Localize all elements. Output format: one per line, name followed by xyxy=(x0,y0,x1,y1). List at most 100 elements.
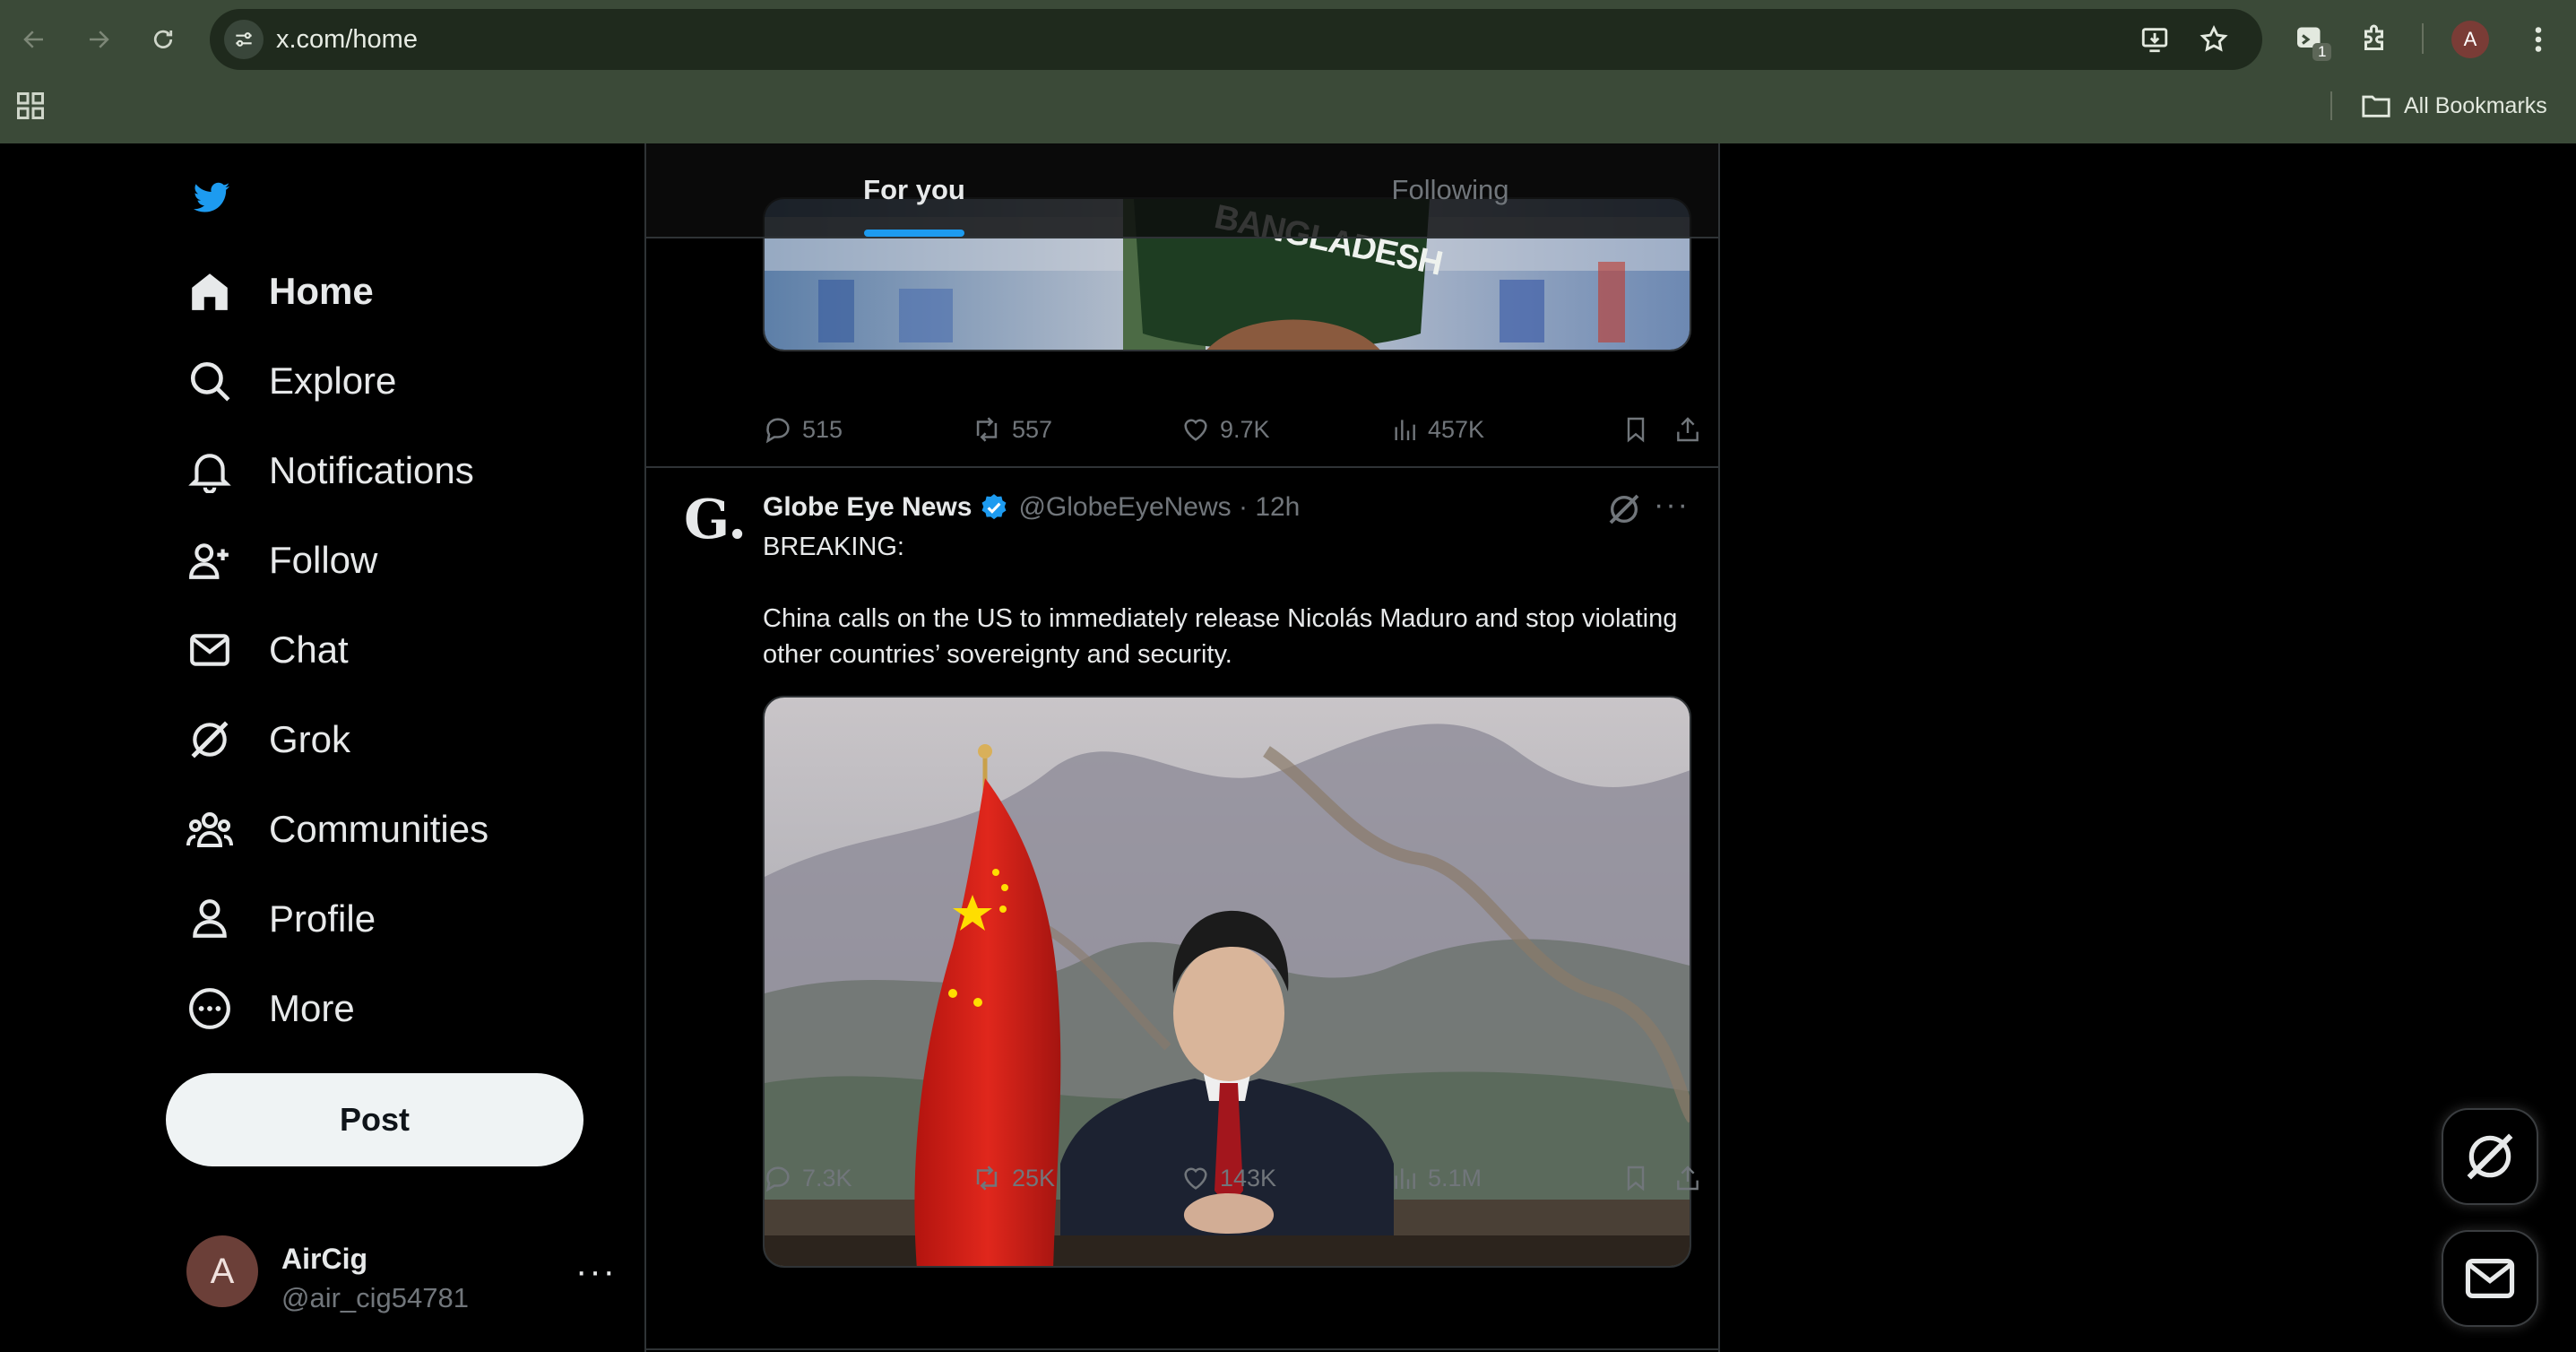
share-button[interactable] xyxy=(1673,408,1702,451)
views-button[interactable]: 5.1M xyxy=(1390,1157,1482,1200)
sidebar-item-label: More xyxy=(269,987,355,1029)
bookmarks-separator xyxy=(2330,91,2332,120)
sidebar-item-label: Explore xyxy=(269,360,397,402)
like-count: 143K xyxy=(1220,1164,1277,1192)
tweet-actions: 7.3K 25K 143K 5.1M xyxy=(763,1157,1699,1200)
reply-icon xyxy=(765,1166,790,1192)
feed-tabs: For you Following xyxy=(646,143,1718,238)
browser-menu-button[interactable] xyxy=(2515,16,2562,63)
more-circle-icon xyxy=(185,984,235,1034)
toolbar-separator xyxy=(2422,23,2424,54)
follow-icon xyxy=(185,535,235,585)
post-button[interactable]: Post xyxy=(166,1073,583,1166)
messages-floating-button[interactable] xyxy=(2442,1230,2538,1327)
tweet-header: Globe Eye News @GlobeEyeNews · 12h xyxy=(763,490,1300,525)
repost-count: 557 xyxy=(1012,415,1053,443)
sidebar-item-explore[interactable]: Explore xyxy=(185,350,396,412)
install-app-icon[interactable] xyxy=(2133,18,2176,61)
extensions-menu-button[interactable] xyxy=(2352,16,2399,63)
site-info-icon[interactable] xyxy=(224,20,264,59)
address-bar[interactable]: x.com/home xyxy=(210,9,2262,70)
views-count: 5.1M xyxy=(1428,1164,1482,1192)
twitter-bird-logo-icon[interactable] xyxy=(192,178,231,217)
bookmark-button[interactable] xyxy=(1621,1157,1650,1200)
share-button[interactable] xyxy=(1673,1157,1702,1200)
repost-button[interactable]: 25K xyxy=(971,1157,1055,1200)
views-count: 457K xyxy=(1428,415,1485,443)
folder-icon xyxy=(2362,95,2390,117)
reload-button[interactable] xyxy=(140,16,186,63)
sidebar-item-label: Profile xyxy=(269,897,376,940)
back-button[interactable] xyxy=(11,16,57,63)
account-name: AirCig xyxy=(281,1243,367,1275)
repost-icon xyxy=(976,417,998,442)
views-chart-icon xyxy=(1395,1168,1415,1189)
share-icon xyxy=(1677,1166,1699,1191)
heart-icon xyxy=(1184,1167,1207,1190)
grok-icon xyxy=(2467,1133,2513,1180)
tab-for-you[interactable]: For you xyxy=(646,143,1182,237)
profile-button[interactable]: A xyxy=(2447,16,2494,63)
all-bookmarks-button[interactable]: All Bookmarks xyxy=(2361,90,2547,122)
reply-count: 7.3K xyxy=(802,1164,852,1192)
sidebar-item-follow[interactable]: Follow xyxy=(185,529,377,592)
browser-toolbar: x.com/home 1 A xyxy=(0,0,2576,79)
sidebar: Home Explore Notifications Follow Chat G… xyxy=(0,143,645,1352)
sidebar-item-label: Follow xyxy=(269,539,378,581)
reply-button[interactable]: 515 xyxy=(763,408,843,451)
sidebar-item-label: Communities xyxy=(269,808,489,850)
previous-tweet-actions: 515 557 9.7K 457K xyxy=(763,408,1699,451)
tweet-divider xyxy=(646,466,1718,468)
all-bookmarks-label: All Bookmarks xyxy=(2404,92,2547,118)
sidebar-item-notifications[interactable]: Notifications xyxy=(185,439,474,502)
grok-floating-button[interactable] xyxy=(2442,1108,2538,1205)
extension-button[interactable]: 1 xyxy=(2287,16,2334,63)
repost-icon xyxy=(976,1166,998,1191)
account-handle: @air_cig54781 xyxy=(281,1282,469,1313)
search-icon xyxy=(185,356,235,406)
apps-grid-icon[interactable] xyxy=(14,90,47,122)
tab-following[interactable]: Following xyxy=(1182,143,1718,237)
profile-avatar: A xyxy=(2451,21,2489,58)
home-icon xyxy=(185,266,235,316)
bookmark-icon xyxy=(1627,417,1645,443)
sidebar-item-label: Home xyxy=(269,270,374,312)
sidebar-item-profile[interactable]: Profile xyxy=(185,888,376,950)
sidebar-item-label: Chat xyxy=(269,628,349,671)
extension-badge: 1 xyxy=(2312,43,2332,61)
like-button[interactable]: 143K xyxy=(1180,1157,1276,1200)
tweet-more-icon[interactable]: ··· xyxy=(1654,488,1690,523)
communities-icon xyxy=(185,804,235,854)
share-icon xyxy=(1677,417,1699,442)
like-button[interactable]: 9.7K xyxy=(1180,408,1270,451)
views-chart-icon xyxy=(1395,420,1415,440)
sidebar-item-grok[interactable]: Grok xyxy=(185,708,350,771)
mail-icon xyxy=(185,625,235,675)
account-more-icon[interactable]: ··· xyxy=(575,1252,617,1292)
author-avatar-logo[interactable]: G. xyxy=(684,491,747,549)
bookmark-button[interactable] xyxy=(1621,408,1650,451)
url-text[interactable]: x.com/home xyxy=(276,25,418,55)
tweet-divider xyxy=(646,1348,1718,1350)
forward-button[interactable] xyxy=(75,16,122,63)
sidebar-item-chat[interactable]: Chat xyxy=(185,619,349,681)
sidebar-item-label: Grok xyxy=(269,718,351,760)
views-button[interactable]: 457K xyxy=(1390,408,1484,451)
tweet-text: BREAKING: China calls on the US to immed… xyxy=(763,533,1678,669)
kebab-menu-icon xyxy=(2535,27,2542,52)
author-name[interactable]: Globe Eye News xyxy=(763,492,972,523)
bookmark-icon xyxy=(1627,1166,1645,1192)
sidebar-item-communities[interactable]: Communities xyxy=(185,798,488,861)
reply-icon xyxy=(765,418,790,444)
reply-button[interactable]: 7.3K xyxy=(763,1157,852,1200)
bookmarks-bar xyxy=(0,79,2576,143)
sidebar-item-more[interactable]: More xyxy=(185,977,355,1040)
grok-explain-icon[interactable] xyxy=(1606,491,1642,527)
repost-button[interactable]: 557 xyxy=(971,408,1052,451)
arrow-right-icon xyxy=(90,30,109,48)
bookmark-star-icon[interactable] xyxy=(2192,18,2235,61)
author-handle-time[interactable]: @GlobeEyeNews · 12h xyxy=(1018,492,1300,523)
like-count: 9.7K xyxy=(1220,415,1270,443)
sidebar-item-home[interactable]: Home xyxy=(185,260,374,323)
account-switcher[interactable]: A AirCig @air_cig54781 ··· xyxy=(185,1234,615,1323)
